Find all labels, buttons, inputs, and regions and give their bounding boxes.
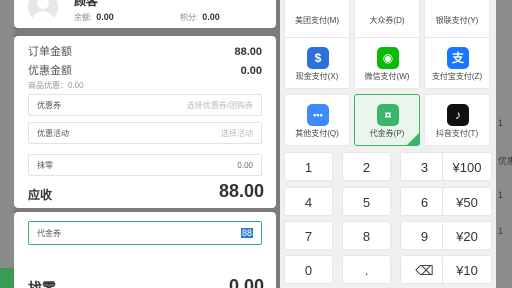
digit-key[interactable]: 4 (284, 187, 333, 216)
pay-method-label: 美团支付(M) (295, 16, 339, 25)
promotion-placeholder: 选择活动 (221, 128, 253, 138)
background-left (0, 0, 14, 288)
douyin-icon: ♪ (447, 104, 469, 126)
balance-label: 余额: (74, 13, 93, 22)
pay-method-wechat[interactable]: ◉ 微信支付(W) (354, 37, 420, 89)
order-summary-card: 订单金额 88.00 优惠金额 0.00 商品优惠：0.00 优惠券 选择优惠券… (14, 36, 276, 208)
member-points: 积分: 0.00 (180, 12, 220, 23)
pay-method-label: 其他支付(Q) (295, 129, 339, 138)
pay-method-other[interactable]: ••• 其他支付(Q) (284, 94, 350, 146)
goods-discount: 商品优惠：0.00 (28, 81, 84, 90)
background-text: 1 (498, 190, 504, 200)
payment-methods-panel: 美团支付(M) 大众券(D) 银联支付(Y) $ 现金支付(X) ◉ 微信支付(… (280, 0, 496, 288)
receivable-label: 应收 (28, 188, 53, 202)
background-green-bar (0, 268, 14, 288)
receivable-value: 88.00 (218, 181, 264, 201)
pay-method-unionpay[interactable]: 银联支付(Y) (424, 0, 490, 39)
voucher-amount-label: 代金券 (37, 228, 61, 238)
member-card[interactable]: 顾客 余额: 0.00 积分: 0.00 (14, 0, 276, 28)
pay-method-label: 现金支付(X) (295, 72, 339, 81)
pay-method-voucher[interactable]: ¤ 代金券(P) (354, 94, 420, 146)
digit-key[interactable]: 5 (342, 187, 391, 216)
more-icon: ••• (307, 104, 329, 126)
points-value: 0.00 (202, 12, 220, 22)
pay-method-label: 大众券(D) (369, 16, 405, 25)
selected-check-icon (407, 133, 419, 145)
digit-key[interactable]: 1 (284, 152, 333, 181)
background-text: 1 (498, 226, 504, 236)
pay-method-dianping[interactable]: 大众券(D) (354, 0, 420, 39)
pay-method-label: 微信支付(W) (364, 72, 410, 81)
digit-key[interactable]: 0 (284, 255, 333, 284)
alipay-icon: 支 (447, 47, 469, 69)
member-name: 顾客 (74, 0, 99, 8)
quick-amount-key[interactable]: ¥50 (442, 187, 492, 216)
discount-amount-value: 0.00 (240, 65, 262, 77)
decimal-key[interactable]: . (342, 255, 391, 284)
rounding-field[interactable]: 抹零 0.00 (28, 154, 262, 176)
pay-method-cash[interactable]: $ 现金支付(X) (284, 37, 350, 89)
rounding-label: 抹零 (37, 160, 53, 170)
change-label: 找零 (28, 280, 56, 288)
voucher-amount-input[interactable]: 代金券 88 (28, 221, 262, 245)
cash-bag-icon: $ (307, 47, 329, 69)
order-amount-value: 88.00 (234, 46, 262, 58)
rounding-value: 0.00 (237, 160, 253, 170)
digit-key[interactable]: 8 (342, 221, 391, 250)
promotion-field[interactable]: 优惠活动 选择活动 (28, 122, 262, 144)
promotion-label: 优惠活动 (37, 128, 69, 138)
pay-method-meituan[interactable]: 美团支付(M) (284, 0, 350, 39)
wechat-icon: ◉ (377, 47, 399, 69)
change-value: 0.00 (228, 276, 264, 288)
coupon-label: 优惠券 (37, 100, 61, 110)
discount-amount-row: 优惠金额 0.00 (28, 62, 262, 78)
checkout-left-panel: 顾客 余额: 0.00 积分: 0.00 订单金额 88.00 优惠金额 0.00 … (14, 0, 276, 288)
avatar (28, 0, 58, 22)
coupon-placeholder: 选择优惠券/团购券 (186, 100, 253, 110)
background-text: 1 (498, 118, 504, 128)
background-right: 1 优惠 1 1 (496, 0, 512, 288)
order-amount-label: 订单金额 (28, 46, 72, 58)
points-label: 积分: (180, 13, 199, 22)
voucher-amount-value: 88 (240, 228, 253, 238)
pay-method-label: 支付宝支付(Z) (431, 72, 483, 81)
quick-amount-key[interactable]: ¥100 (442, 152, 492, 181)
pay-method-douyin[interactable]: ♪ 抖音支付(T) (424, 94, 490, 146)
balance-value: 0.00 (96, 12, 114, 22)
pay-method-label: 抖音支付(T) (435, 129, 479, 138)
digit-key[interactable]: 2 (342, 152, 391, 181)
discount-amount-label: 优惠金额 (28, 65, 72, 77)
pay-method-label: 银联支付(Y) (435, 16, 479, 25)
order-amount-row: 订单金额 88.00 (28, 43, 262, 59)
member-balance: 余额: 0.00 (74, 12, 114, 23)
digit-key[interactable]: 7 (284, 221, 333, 250)
payment-card: 代金券 88 找零 0.00 (14, 212, 276, 288)
background-text: 优惠 (498, 156, 512, 166)
quick-amount-key[interactable]: ¥20 (442, 221, 492, 250)
coupon-field[interactable]: 优惠券 选择优惠券/团购券 (28, 94, 262, 116)
quick-amount-key[interactable]: ¥10 (442, 255, 492, 284)
voucher-icon: ¤ (377, 104, 399, 126)
pay-method-alipay[interactable]: 支 支付宝支付(Z) (424, 37, 490, 89)
